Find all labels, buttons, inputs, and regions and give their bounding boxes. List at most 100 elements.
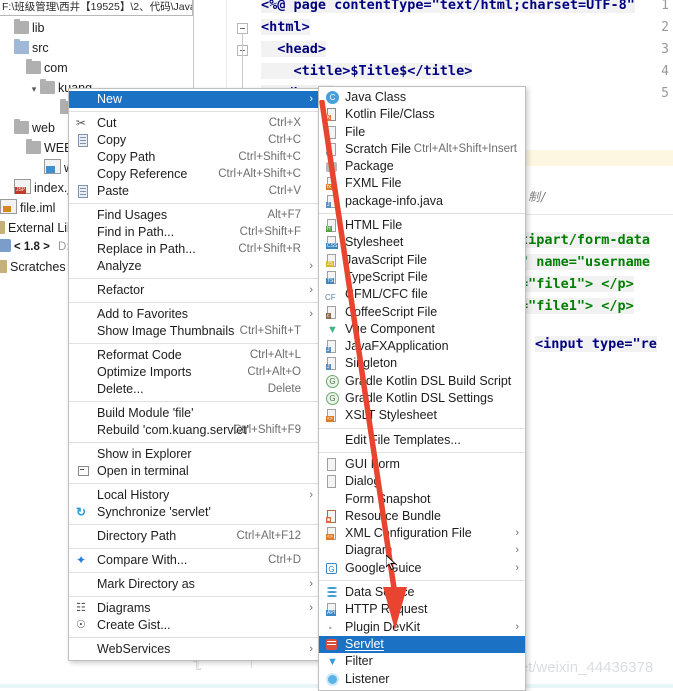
menu-item-find-usages[interactable]: Find Usages Alt+F7 [69, 207, 319, 224]
menu-item-label: Open in terminal [97, 464, 189, 478]
submenu-item-gui-form[interactable]: GUI Form [319, 456, 525, 473]
tree-item-src[interactable]: src [2, 38, 49, 58]
resource-bundle-icon: ■ [325, 509, 339, 523]
file-icon [325, 125, 339, 139]
menu-separator [69, 483, 319, 484]
code-line: <html> [261, 19, 310, 35]
submenu-item-file[interactable]: File [319, 124, 525, 141]
submenu-item-label: Filter [345, 654, 373, 669]
iml-file-icon [0, 199, 17, 214]
menu-item-open-in-terminal[interactable]: Open in terminal [69, 463, 319, 480]
submenu-item-resource-bundle[interactable]: ■ Resource Bundle [319, 508, 525, 525]
menu-item-find-in-path[interactable]: Find in Path... Ctrl+Shift+F [69, 224, 319, 241]
folder-icon [14, 119, 29, 134]
submenu-item-package[interactable]: Package [319, 158, 525, 175]
menu-item-copy-path[interactable]: Copy Path Ctrl+Shift+C [69, 149, 319, 166]
menu-item-mark-directory-as[interactable]: Mark Directory as › [69, 576, 319, 593]
submenu-arrow-icon: › [515, 561, 519, 574]
menu-item-local-history[interactable]: Local History › [69, 487, 319, 504]
menu-item-show-in-explorer[interactable]: Show in Explorer [69, 446, 319, 463]
submenu-item-kotlin-file-class[interactable]: K Kotlin File/Class [319, 106, 525, 123]
submenu-item-xml-configuration-file[interactable]: <> XML Configuration File › [319, 525, 525, 542]
tree-item-label: src [32, 41, 49, 55]
submenu-item-gradle-kotlin-dsl-settings[interactable]: G Gradle Kotlin DSL Settings [319, 390, 525, 407]
menu-item-copy-reference[interactable]: Copy Reference Ctrl+Alt+Shift+C [69, 166, 319, 183]
menu-item-cut[interactable]: ✂ Cut Ctrl+X [69, 115, 319, 132]
menu-item-label: Directory Path [97, 529, 177, 543]
menu-item-diagrams[interactable]: ☷ Diagrams › [69, 600, 319, 617]
tree-item-file-iml[interactable]: file.iml [0, 198, 55, 218]
submenu-item-label: GUI Form [345, 456, 400, 471]
code-line: ="file1"> </p> [520, 276, 634, 292]
submenu-item-plugin-devkit[interactable]: ◔ Plugin DevKit › [319, 619, 525, 636]
submenu-item-filter[interactable]: ▼ Filter [319, 653, 525, 670]
menu-separator [69, 572, 319, 573]
submenu-item-scratch-file[interactable]: ◷ Scratch File Ctrl+Alt+Shift+Insert [319, 141, 525, 158]
tree-item-com[interactable]: com [14, 58, 68, 78]
menu-item-analyze[interactable]: Analyze › [69, 258, 319, 275]
menu-item-directory-path[interactable]: Directory Path Ctrl+Alt+F12 [69, 528, 319, 545]
menu-item-copy[interactable]: Copy Ctrl+C [69, 132, 319, 149]
submenu-arrow-icon: › [515, 544, 519, 557]
package-info-icon: J [325, 194, 339, 208]
submenu-item-gradle-kotlin-dsl-build-script[interactable]: G Gradle Kotlin DSL Build Script [319, 373, 525, 390]
project-view-context-menu[interactable]: New › ✂ Cut Ctrl+X Copy Ctrl+C Copy Path… [68, 88, 320, 661]
menu-item-label: Mark Directory as [97, 577, 195, 591]
new-file-submenu[interactable]: C Java Class K Kotlin File/Class File ◷ … [318, 86, 526, 691]
submenu-item-label: XSLT Stylesheet [345, 408, 437, 423]
submenu-item-edit-file-templates[interactable]: Edit File Templates... [319, 432, 525, 449]
kotlin-file-icon: K [325, 108, 339, 122]
submenu-item-http-request[interactable]: API HTTP Request [319, 601, 525, 618]
menu-item-label: WebServices [97, 642, 171, 656]
submenu-item-vue-component[interactable]: ▼ Vue Component [319, 321, 525, 338]
menu-item-delete[interactable]: Delete... Delete [69, 381, 319, 398]
menu-item-refactor[interactable]: Refactor › [69, 282, 319, 299]
menu-item-new[interactable]: New › [69, 91, 319, 108]
submenu-item-html-file[interactable]: H HTML File [319, 217, 525, 234]
submenu-arrow-icon: › [309, 260, 313, 272]
menu-item-reformat-code[interactable]: Reformat Code Ctrl+Alt+L [69, 347, 319, 364]
submenu-item-java-class[interactable]: C Java Class [319, 89, 525, 106]
submenu-item-google-guice[interactable]: G Google Guice › [319, 560, 525, 577]
menu-item-label: Compare With... [97, 553, 188, 567]
submenu-item-coffeescript-file[interactable]: c CoffeeScript File [319, 304, 525, 321]
tree-item-web[interactable]: web [2, 118, 55, 138]
submenu-item-label: JavaScript File [345, 252, 427, 267]
menu-item-create-gist[interactable]: ☉ Create Gist... [69, 617, 319, 634]
submenu-item-singleton[interactable]: J Singleton [319, 355, 525, 372]
submenu-item-form-snapshot[interactable]: Form Snapshot [319, 491, 525, 508]
menu-item-webservices[interactable]: WebServices › [69, 641, 319, 658]
submenu-arrow-icon: › [309, 489, 313, 501]
fold-toggle-icon[interactable] [237, 23, 248, 34]
submenu-item-dialog[interactable]: Dialog [319, 473, 525, 490]
menu-item-optimize-imports[interactable]: Optimize Imports Ctrl+Alt+O [69, 364, 319, 381]
submenu-item-typescript-file[interactable]: TS TypeScript File [319, 269, 525, 286]
menu-item-synchronize[interactable]: ↻ Synchronize 'servlet' [69, 504, 319, 521]
tree-item-lib[interactable]: lib [2, 18, 45, 38]
submenu-item-data-source[interactable]: Data Source [319, 584, 525, 601]
menu-separator [69, 111, 319, 112]
menu-item-rebuild[interactable]: Rebuild 'com.kuang.servlet' Ctrl+Shift+F… [69, 422, 319, 439]
highlight-band [526, 150, 673, 166]
menu-item-label: Build Module 'file' [97, 406, 194, 420]
menu-item-show-image-thumbnails[interactable]: Show Image Thumbnails Ctrl+Shift+T [69, 323, 319, 340]
menu-item-compare-with[interactable]: ✦ Compare With... Ctrl+D [69, 552, 319, 569]
menu-item-add-to-favorites[interactable]: Add to Favorites › [69, 306, 319, 323]
folder-icon [14, 19, 29, 34]
twisty-expanded-icon[interactable]: ▾ [28, 79, 40, 99]
submenu-item-stylesheet[interactable]: CSS Stylesheet [319, 234, 525, 251]
submenu-item-fxml-file[interactable]: fx FXML File [319, 175, 525, 192]
db-lines [327, 587, 337, 598]
submenu-item-package-info-java[interactable]: J package-info.java [319, 193, 525, 210]
submenu-item-javafx-application[interactable]: J JavaFXApplication [319, 338, 525, 355]
submenu-item-servlet[interactable]: Servlet [319, 635, 525, 654]
menu-item-replace-in-path[interactable]: Replace in Path... Ctrl+Shift+R [69, 241, 319, 258]
menu-item-build-module[interactable]: Build Module 'file' [69, 405, 319, 422]
submenu-item-listener[interactable]: Listener [319, 671, 525, 688]
menu-item-paste[interactable]: Paste Ctrl+V [69, 183, 319, 200]
submenu-item-diagram[interactable]: Diagram › [319, 542, 525, 559]
submenu-item-xslt-stylesheet[interactable]: <> XSLT Stylesheet [319, 407, 525, 424]
submenu-item-javascript-file[interactable]: JS JavaScript File [319, 252, 525, 269]
submenu-item-cfml-cfc-file[interactable]: CF CFML/CFC file [319, 286, 525, 303]
jsp-file-icon [14, 179, 31, 194]
